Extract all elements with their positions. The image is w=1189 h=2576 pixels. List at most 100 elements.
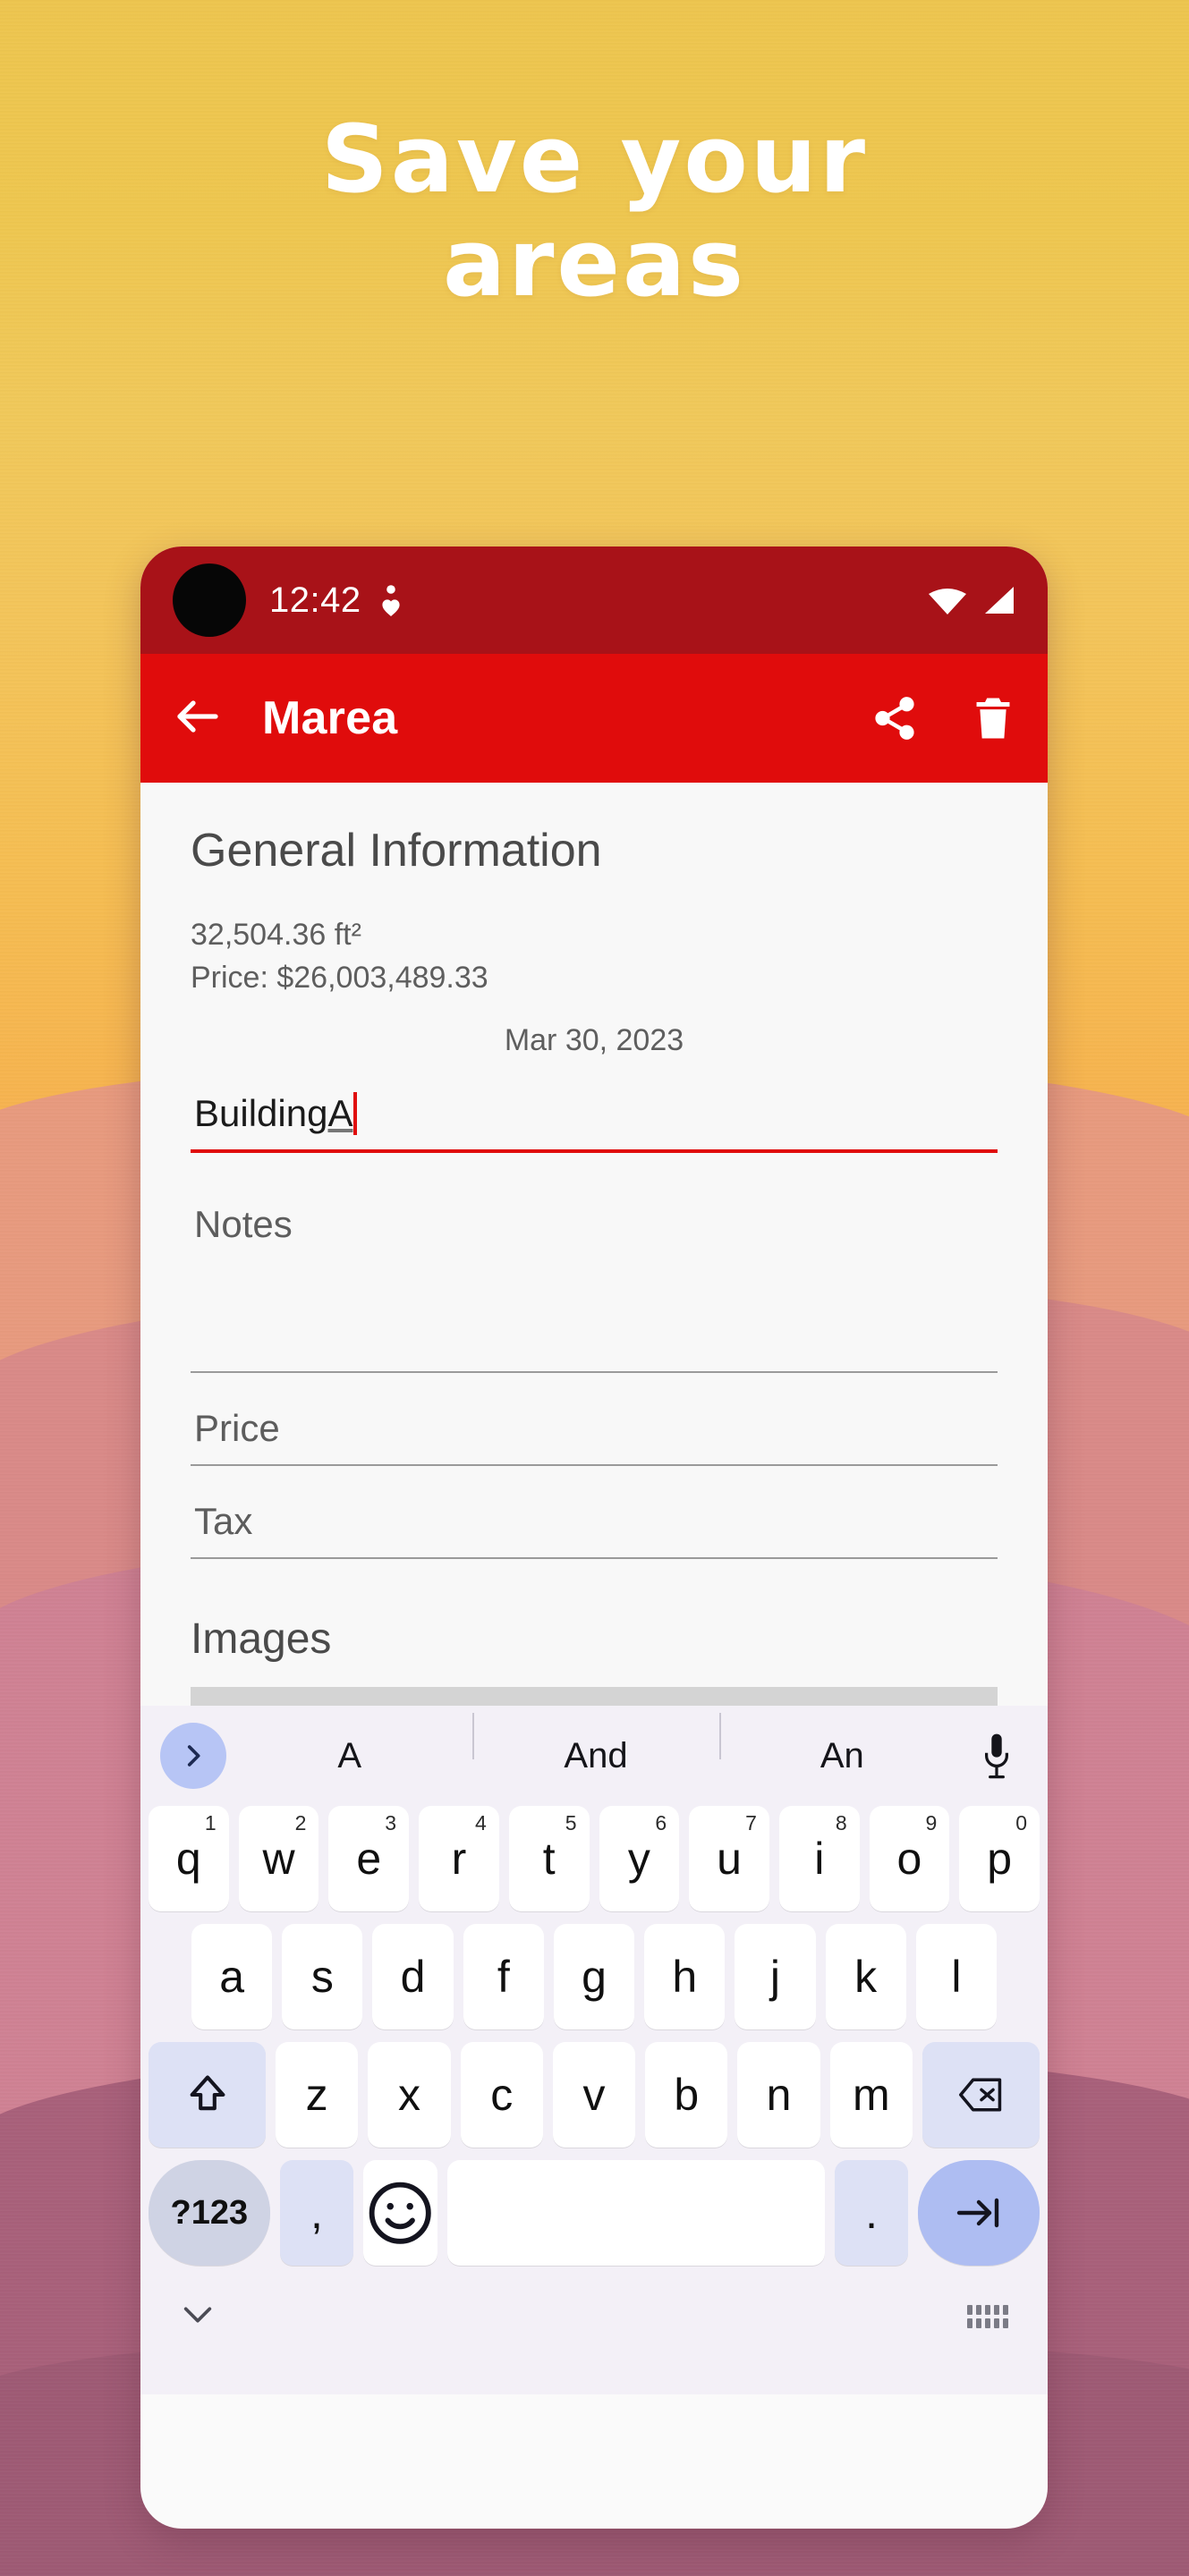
- tax-field-underline: [191, 1556, 998, 1559]
- key-letter: u: [717, 1834, 742, 1884]
- key-number: 4: [475, 1811, 487, 1835]
- section-title-general: General Information: [191, 825, 602, 877]
- tax-field[interactable]: Tax: [191, 1487, 998, 1559]
- key-number: 0: [1015, 1811, 1028, 1835]
- key-j[interactable]: j: [735, 1924, 816, 2029]
- key-q[interactable]: 1 q: [148, 1806, 229, 1911]
- key-i[interactable]: 8 i: [778, 1806, 860, 1911]
- chevron-right-icon[interactable]: [160, 1723, 226, 1789]
- chevron-down-icon[interactable]: [180, 2303, 216, 2331]
- detail-form: General Information 32,504.36 ft² Price:…: [140, 783, 1048, 1706]
- key-h[interactable]: h: [644, 1924, 726, 2029]
- key-k[interactable]: k: [825, 1924, 906, 2029]
- area-value: 32,504.36 ft²: [191, 918, 361, 952]
- phone-mockup: 12:42 Marea General Information 32,504.3…: [140, 547, 1048, 2529]
- notes-field-underline: [191, 1370, 998, 1373]
- key-number: 5: [565, 1811, 577, 1835]
- key-z[interactable]: z: [276, 2042, 359, 2148]
- add-image-button[interactable]: ADD IMAGE: [191, 1686, 998, 1706]
- key-v[interactable]: v: [552, 2042, 636, 2148]
- status-clock: 12:42: [269, 580, 361, 620]
- keyboard-bottom-bar: [140, 2278, 1048, 2355]
- key-number: 8: [835, 1811, 847, 1835]
- suggestion-item[interactable]: A: [226, 1736, 472, 1776]
- date-value: Mar 30, 2023: [504, 1022, 684, 1057]
- key-l[interactable]: l: [915, 1924, 997, 2029]
- status-bar-left: 12:42: [269, 580, 404, 621]
- microphone-icon[interactable]: [965, 1733, 1028, 1779]
- key-number: 3: [385, 1811, 397, 1835]
- keyboard-row-4: ?123 , .: [140, 2160, 1048, 2266]
- promo-banner: Save your areas 12:42 Marea General Info…: [0, 0, 1189, 2576]
- wifi-icon: [928, 585, 967, 615]
- key-number: 9: [925, 1811, 938, 1835]
- key-p[interactable]: 0 p: [959, 1806, 1040, 1911]
- key-y[interactable]: 6 y: [599, 1806, 680, 1911]
- tab-next-icon[interactable]: [918, 2160, 1040, 2266]
- key-number: 7: [745, 1811, 757, 1835]
- key-f[interactable]: f: [463, 1924, 544, 2029]
- key-w[interactable]: 2 w: [238, 1806, 319, 1911]
- key-letter: q: [175, 1834, 201, 1884]
- key-b[interactable]: b: [645, 2042, 728, 2148]
- key-letter: t: [542, 1834, 556, 1884]
- signal-icon: [980, 585, 1015, 615]
- app-bar: Marea: [140, 654, 1048, 783]
- key-letter: o: [896, 1834, 922, 1884]
- price-field-placeholder: Price: [194, 1406, 280, 1449]
- arrow-back-icon[interactable]: [171, 690, 225, 748]
- shift-icon[interactable]: [148, 2042, 267, 2148]
- emoji-icon[interactable]: [363, 2160, 437, 2266]
- key-letter: p: [987, 1834, 1013, 1884]
- trash-icon[interactable]: [969, 694, 1017, 742]
- status-bar-right: [928, 585, 1015, 615]
- suggestion-item[interactable]: An: [718, 1712, 965, 1776]
- key-period[interactable]: .: [834, 2160, 909, 2266]
- name-field-text: Building: [194, 1091, 328, 1134]
- key-e[interactable]: 3 e: [328, 1806, 410, 1911]
- key-s[interactable]: s: [282, 1924, 363, 2029]
- name-field-value[interactable]: Building A: [191, 1080, 998, 1149]
- key-a[interactable]: a: [191, 1924, 273, 2029]
- notes-field[interactable]: Notes: [191, 1191, 998, 1373]
- price-field[interactable]: Price: [191, 1394, 998, 1466]
- name-field[interactable]: Building A: [191, 1080, 998, 1153]
- key-letter: y: [627, 1834, 650, 1884]
- key-n[interactable]: n: [737, 2042, 820, 2148]
- key-x[interactable]: x: [368, 2042, 451, 2148]
- key-space[interactable]: [446, 2160, 825, 2266]
- camera-punch-hole: [173, 564, 246, 637]
- keyboard-row-3: z x c v b n m: [140, 2042, 1048, 2148]
- keyboard-row-1: 1 q 2 w 3 e 4 r 5 t 6 y 7 u 8 i 9 o 0 p: [140, 1806, 1048, 1911]
- key-m[interactable]: m: [829, 2042, 913, 2148]
- page-title: Marea: [262, 692, 398, 744]
- resize-grip-icon[interactable]: [967, 2305, 1008, 2328]
- key-c[interactable]: c: [460, 2042, 543, 2148]
- keyboard-row-2: a s d f g h j k l: [140, 1924, 1048, 2029]
- key-o[interactable]: 9 o: [869, 1806, 950, 1911]
- key-letter: w: [262, 1834, 295, 1884]
- suggestion-list: A And An: [226, 1712, 965, 1776]
- suggestion-strip: A And An: [140, 1706, 1048, 1806]
- key-g[interactable]: g: [553, 1924, 635, 2029]
- key-d[interactable]: d: [372, 1924, 454, 2029]
- key-letter: i: [814, 1834, 825, 1884]
- app-bar-actions: [871, 694, 1017, 742]
- key-symbols[interactable]: ?123: [149, 2160, 270, 2266]
- key-number: 6: [655, 1811, 667, 1835]
- key-letter: e: [356, 1834, 382, 1884]
- virtual-keyboard: A And An 1 q 2 w 3 e 4 r 5 t 6 y 7 u 8 i…: [140, 1706, 1048, 2394]
- backspace-icon[interactable]: [921, 2042, 1040, 2148]
- suggestion-item[interactable]: And: [472, 1712, 718, 1776]
- name-field-composing-text: A: [327, 1091, 353, 1134]
- key-t[interactable]: 5 t: [508, 1806, 590, 1911]
- key-number: 1: [204, 1811, 217, 1835]
- tax-field-placeholder: Tax: [194, 1499, 253, 1542]
- price-field-underline: [191, 1463, 998, 1466]
- status-bar: 12:42: [140, 547, 1048, 654]
- share-icon[interactable]: [871, 694, 919, 742]
- key-u[interactable]: 7 u: [689, 1806, 769, 1911]
- key-letter: r: [451, 1834, 467, 1884]
- key-comma[interactable]: ,: [279, 2160, 354, 2266]
- key-r[interactable]: 4 r: [419, 1806, 499, 1911]
